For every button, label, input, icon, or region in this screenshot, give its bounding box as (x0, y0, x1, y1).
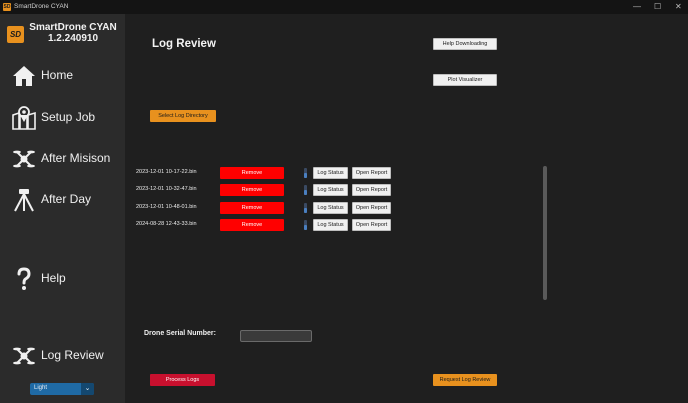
remove-button[interactable]: Remove (220, 167, 284, 179)
open-report-button[interactable]: Open Report (352, 219, 391, 231)
window-title: SmartDrone CYAN (14, 3, 69, 10)
nav-item-help[interactable]: Help (0, 263, 125, 295)
nav-label-home: Home (41, 68, 74, 82)
open-report-button[interactable]: Open Report (352, 167, 391, 179)
log-filename: 2023-12-01 10-17-22.bin (136, 169, 197, 175)
open-report-button[interactable]: Open Report (352, 184, 391, 196)
question-mark-icon (17, 267, 31, 290)
nav-label-after-day: After Day (41, 192, 92, 206)
theme-dropdown-value: Light (34, 385, 48, 391)
remove-button[interactable]: Remove (220, 184, 284, 196)
log-filename: 2024-08-28 12-43-33.bin (136, 221, 197, 227)
request-log-review-button[interactable]: Request Log Review (433, 374, 497, 386)
brand-block: SmartDrone CYAN 1.2.240910 (29, 22, 117, 44)
plot-visualizer-button[interactable]: Plot Visualizer (433, 74, 497, 86)
select-log-directory-button[interactable]: Select Log Directory (150, 110, 216, 122)
log-progress-indicator (304, 185, 307, 195)
app-version: 1.2.240910 (47, 33, 99, 44)
nav-item-home[interactable]: Home (0, 60, 125, 92)
chevron-down-icon[interactable]: ⌄ (81, 383, 94, 395)
log-progress-indicator (304, 203, 307, 213)
map-pin-icon (12, 106, 36, 130)
open-report-button[interactable]: Open Report (352, 202, 391, 214)
log-list-scrollbar[interactable] (543, 166, 547, 300)
log-filename: 2023-12-01 10-32-47.bin (136, 186, 197, 192)
drone-icon (13, 347, 35, 365)
log-progress-indicator (304, 220, 307, 230)
drone-icon (13, 150, 35, 168)
log-row: 2023-12-01 10-17-22.bin Remove Log Statu… (136, 167, 406, 179)
nav-item-log-review[interactable]: Log Review (0, 340, 125, 372)
log-row: 2023-12-01 10-32-47.bin Remove Log Statu… (136, 184, 406, 196)
theme-dropdown[interactable]: Light ⌄ (30, 383, 94, 395)
nav-item-after-mission[interactable]: After Misison (0, 143, 125, 175)
serial-number-input[interactable] (240, 330, 312, 342)
main-panel: Log Review Help Downloading Plot Visuali… (125, 14, 688, 403)
nav-item-after-day[interactable]: After Day (0, 184, 125, 216)
app-logo: SD (7, 26, 24, 43)
window-titlebar: SD SmartDrone CYAN — ☐ ✕ (0, 0, 688, 14)
minimize-button[interactable]: — (633, 2, 641, 12)
log-status-button[interactable]: Log Status (313, 202, 348, 214)
log-status-button[interactable]: Log Status (313, 167, 348, 179)
maximize-button[interactable]: ☐ (654, 2, 661, 12)
process-logs-button[interactable]: Process Logs (150, 374, 215, 386)
log-status-button[interactable]: Log Status (313, 184, 348, 196)
nav-item-setup-job[interactable]: Setup Job (0, 102, 125, 134)
log-progress-indicator (304, 168, 307, 178)
tripod-icon (14, 189, 34, 212)
log-status-button[interactable]: Log Status (313, 219, 348, 231)
log-row: 2023-12-01 10-48-01.bin Remove Log Statu… (136, 202, 406, 214)
nav-label-help: Help (41, 271, 66, 285)
close-button[interactable]: ✕ (675, 2, 682, 12)
log-filename: 2023-12-01 10-48-01.bin (136, 204, 197, 210)
nav-label-after-mission: After Misison (41, 151, 111, 165)
help-downloading-button[interactable]: Help Downloading (433, 38, 497, 50)
serial-number-label: Drone Serial Number: (144, 330, 216, 337)
remove-button[interactable]: Remove (220, 202, 284, 214)
remove-button[interactable]: Remove (220, 219, 284, 231)
nav-label-log-review: Log Review (41, 348, 104, 362)
page-title: Log Review (152, 38, 216, 50)
nav-label-setup-job: Setup Job (41, 110, 96, 124)
log-row: 2024-08-28 12-43-33.bin Remove Log Statu… (136, 219, 406, 231)
app-icon: SD (3, 3, 11, 11)
brand-name: SmartDrone CYAN (29, 22, 117, 33)
home-icon (13, 66, 35, 86)
sidebar: SD SmartDrone CYAN 1.2.240910 Home Setup… (0, 14, 125, 403)
